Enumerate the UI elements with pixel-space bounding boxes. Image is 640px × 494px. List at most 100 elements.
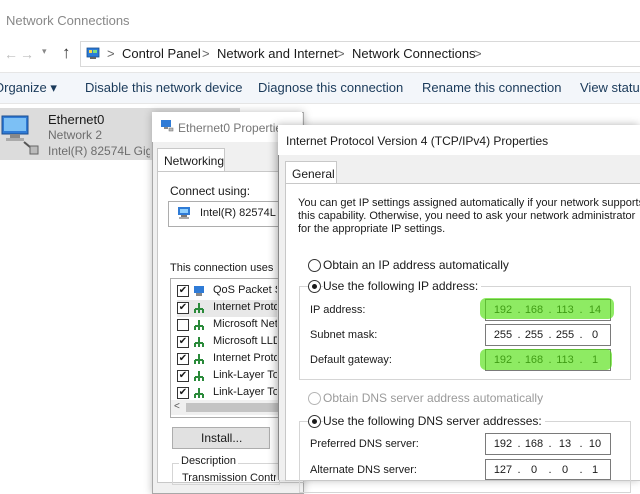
intro-text-line: this capability. Otherwise, you need to … <box>298 210 636 222</box>
ipv4-dialog-title: Internet Protocol Version 4 (TCP/IPv4) P… <box>286 134 549 148</box>
dns-octet: 0 <box>561 464 569 476</box>
forward-button[interactable]: → <box>20 46 34 62</box>
protocol-icon <box>194 303 204 313</box>
default-gateway-label: Default gateway: <box>310 354 392 366</box>
manual-ip-radio[interactable] <box>308 280 321 293</box>
organize-button[interactable]: Organize ▾ <box>0 80 57 96</box>
rename-button[interactable]: Rename this connection <box>422 80 561 95</box>
scroll-thumb[interactable] <box>186 403 278 412</box>
crumb-network-internet[interactable]: Network and Internet <box>217 46 338 61</box>
view-status-button[interactable]: View status <box>580 80 640 95</box>
alternate-dns-field[interactable]: 127 . 0 . 0 . 1 <box>485 459 611 480</box>
list-item[interactable]: ✔ Internet Protocol Version 6 (TCP/IPv6) <box>177 351 277 368</box>
component-label: Microsoft Network Adapter Multiplexor Pr… <box>213 318 277 330</box>
dns-octet: 192 <box>493 438 513 450</box>
ip-address-label: IP address: <box>310 304 366 316</box>
subnet-mask-label: Subnet mask: <box>310 329 378 341</box>
network-adapter-icon <box>161 120 174 132</box>
ip-dot: . <box>579 329 583 341</box>
list-item[interactable]: ✔ QoS Packet Scheduler <box>177 283 277 300</box>
dns-octet: 0 <box>530 464 538 476</box>
component-label: Microsoft LLDP Protocol Driver <box>213 335 277 347</box>
manual-ip-label[interactable]: Use the following IP address: <box>323 279 482 293</box>
tab-networking[interactable]: Networking <box>157 148 225 172</box>
component-label: Link-Layer Topology Discovery Mapper I/O… <box>213 386 277 398</box>
window-titlebar: Network Connections <box>0 0 640 40</box>
manual-dns-label[interactable]: Use the following DNS server addresses: <box>323 414 545 428</box>
component-checkbox[interactable]: ✔ <box>177 336 189 348</box>
crumb-separator: > <box>107 46 115 61</box>
back-button[interactable]: ← <box>4 46 18 62</box>
network-card-icon <box>178 207 190 219</box>
component-checkbox[interactable]: ✔ <box>177 387 189 399</box>
ip-dot: . <box>548 438 552 450</box>
list-item[interactable]: Microsoft Network Adapter Multiplexor Pr… <box>177 317 277 334</box>
up-button[interactable]: ↑ <box>62 43 71 63</box>
component-checkbox[interactable] <box>177 319 189 331</box>
component-label: QoS Packet Scheduler <box>213 284 277 296</box>
mask-octet: 255 <box>493 329 513 341</box>
protocol-icon <box>194 354 204 364</box>
ip-dot: . <box>548 464 552 476</box>
crumb-separator[interactable]: > <box>474 46 482 61</box>
auto-dns-radio <box>308 392 321 405</box>
mask-octet: 255 <box>524 329 544 341</box>
ip-dot: . <box>579 464 583 476</box>
description-label: Description <box>179 455 239 467</box>
network-adapter-icon <box>1 115 39 155</box>
ethernet-dialog-title: Ethernet0 Properties <box>178 121 289 135</box>
protocol-icon <box>194 388 204 398</box>
protocol-icon <box>194 337 204 347</box>
ip-dot: . <box>579 438 583 450</box>
crumb-network-connections[interactable]: Network Connections <box>352 46 476 61</box>
dns-octet: 1 <box>591 464 599 476</box>
control-panel-icon <box>86 47 100 59</box>
auto-ip-radio[interactable] <box>308 259 321 272</box>
preferred-dns-field[interactable]: 192 . 168 . 13 . 10 <box>485 433 611 455</box>
ip-dot: . <box>517 329 521 341</box>
qos-icon <box>194 286 204 296</box>
dns-octet: 168 <box>524 438 544 450</box>
mask-octet: 0 <box>591 329 599 341</box>
ip-dot: . <box>517 438 521 450</box>
crumb-separator[interactable]: > <box>202 46 210 61</box>
crumb-separator[interactable]: > <box>337 46 345 61</box>
component-label: Link-Layer Topology Discovery Responder <box>213 369 277 381</box>
install-button[interactable]: Install... <box>172 427 270 449</box>
ip-dot: . <box>548 329 552 341</box>
window-title: Network Connections <box>6 13 130 28</box>
connect-using-label: Connect using: <box>170 184 251 198</box>
component-label: Internet Protocol Version 4 (TCP/IPv4) <box>213 301 277 313</box>
dns-octet: 13 <box>558 438 572 450</box>
disable-device-button[interactable]: Disable this network device <box>85 80 243 95</box>
connection-device: Intel(R) 82574L Gigabit Network Connecti… <box>48 144 150 158</box>
subnet-mask-field[interactable]: 255 . 255 . 255 . 0 <box>485 324 611 346</box>
component-checkbox[interactable]: ✔ <box>177 370 189 382</box>
list-item[interactable]: ✔ Link-Layer Topology Discovery Responde… <box>177 368 277 385</box>
adapter-name: Intel(R) 82574L Gigabit Network Connecti… <box>200 207 277 219</box>
preferred-dns-label: Preferred DNS server: <box>310 438 419 450</box>
auto-ip-label[interactable]: Obtain an IP address automatically <box>323 258 509 272</box>
tab-general-label: General <box>292 167 335 181</box>
auto-dns-label: Obtain DNS server address automatically <box>323 391 544 405</box>
component-label: Internet Protocol Version 6 (TCP/IPv6) <box>213 352 277 364</box>
diagnose-button[interactable]: Diagnose this connection <box>258 80 403 95</box>
connection-name: Ethernet0 <box>48 112 105 127</box>
list-item[interactable]: ✔ Microsoft LLDP Protocol Driver <box>177 334 277 351</box>
component-checkbox[interactable]: ✔ <box>177 285 189 297</box>
intro-text-line: You can get IP settings assigned automat… <box>298 197 640 209</box>
tab-general[interactable]: General <box>285 161 337 184</box>
dns-octet: 127 <box>493 464 513 476</box>
ip-dot: . <box>517 464 521 476</box>
crumb-control-panel[interactable]: Control Panel <box>122 46 201 61</box>
component-checkbox[interactable]: ✔ <box>177 353 189 365</box>
list-item[interactable]: ✔ Internet Protocol Version 4 (TCP/IPv4) <box>177 300 277 317</box>
scroll-left-icon[interactable]: < <box>174 401 180 412</box>
manual-dns-radio[interactable] <box>308 415 321 428</box>
connection-network: Network 2 <box>48 128 103 142</box>
recent-dropdown-icon[interactable]: ▾ <box>42 46 47 57</box>
dns-group <box>299 421 631 493</box>
description-text: Transmission Control Protocol <box>182 472 276 484</box>
component-checkbox[interactable]: ✔ <box>177 302 189 314</box>
alternate-dns-label: Alternate DNS server: <box>310 464 417 476</box>
